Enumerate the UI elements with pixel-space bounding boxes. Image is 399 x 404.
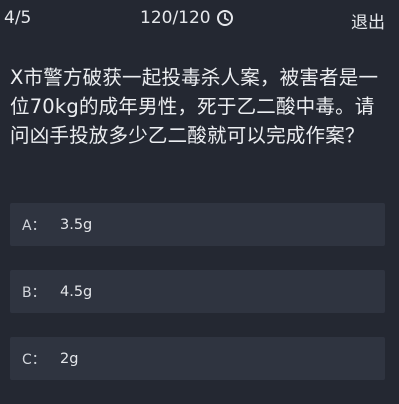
option-c[interactable]: C： 2g bbox=[10, 337, 385, 380]
top-bar: 4/5 120/120 退出 bbox=[0, 0, 399, 38]
answer-options: A： 3.5g B： 4.5g C： 2g bbox=[10, 203, 385, 404]
timer: 120/120 bbox=[140, 8, 234, 28]
option-letter: B： bbox=[22, 284, 46, 301]
option-text: 3.5g bbox=[60, 216, 93, 233]
option-text: 4.5g bbox=[60, 283, 93, 300]
clock-icon bbox=[216, 9, 234, 27]
option-letter: C： bbox=[22, 351, 46, 368]
option-b[interactable]: B： 4.5g bbox=[10, 270, 385, 313]
exit-button[interactable]: 退出 bbox=[351, 8, 385, 33]
question-progress: 4/5 bbox=[4, 8, 32, 28]
question-text: X市警方破获一起投毒杀人案，被害者是一位70kg的成年男性，死于乙二酸中毒。请问… bbox=[10, 66, 379, 147]
option-letter: A： bbox=[22, 217, 46, 234]
option-a[interactable]: A： 3.5g bbox=[10, 203, 385, 246]
timer-value: 120/120 bbox=[140, 8, 211, 28]
option-text: 2g bbox=[60, 350, 79, 367]
